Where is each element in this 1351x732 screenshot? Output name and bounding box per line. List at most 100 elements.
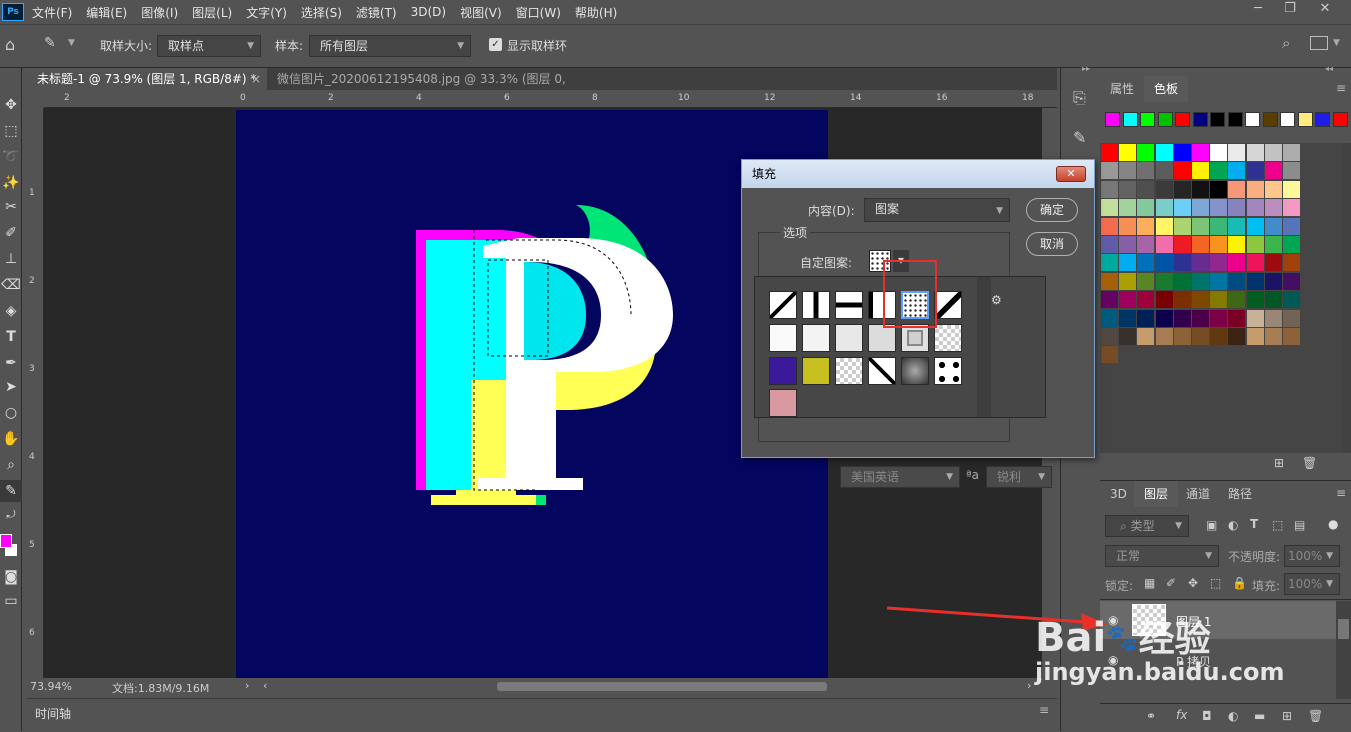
pattern-swatch[interactable] (802, 291, 830, 319)
menu-help[interactable]: 帮助(H) (575, 4, 617, 21)
scroll-left-icon[interactable]: ‹ (263, 679, 267, 692)
brush-settings-icon[interactable]: ✎ (1073, 128, 1086, 147)
swatch[interactable] (1155, 217, 1173, 235)
swap-colors-icon[interactable]: ⤾ (0, 504, 22, 526)
fill-input[interactable]: 100% ▼ (1284, 573, 1340, 595)
eyedropper-tool-icon[interactable]: ✎ (44, 35, 56, 51)
swatch[interactable] (1192, 162, 1209, 180)
swatch[interactable] (1101, 272, 1118, 290)
swatch[interactable] (1228, 217, 1246, 235)
stamp-tool-icon[interactable]: ⊥ (0, 248, 22, 270)
swatch[interactable] (1264, 309, 1282, 327)
recent-swatch[interactable] (1297, 112, 1313, 127)
pattern-swatch[interactable] (769, 357, 797, 385)
filter-toggle-icon[interactable]: ● (1328, 517, 1338, 531)
swatch[interactable] (1137, 199, 1155, 217)
recent-swatch[interactable] (1262, 112, 1278, 127)
swatch[interactable] (1246, 144, 1264, 161)
collapse-icon[interactable]: ◂◂ (1325, 64, 1333, 73)
tab-wechat-image[interactable]: 微信图片_20200612195408.jpg @ 33.3% (图层 0, R… (267, 68, 622, 108)
layers-scrollbar[interactable] (1336, 601, 1351, 699)
swatch[interactable] (1210, 254, 1228, 272)
sample-select[interactable]: 所有图层 ▼ (309, 35, 471, 57)
swatch[interactable] (1264, 272, 1282, 290)
paint-bucket-tool-icon[interactable]: ◈ (0, 300, 22, 322)
swatch[interactable] (1119, 180, 1137, 198)
swatch[interactable] (1119, 272, 1137, 290)
filter-shape-icon[interactable]: ⬚ (1272, 518, 1283, 532)
restore-button[interactable]: ❐ (1275, 0, 1305, 18)
tab-properties[interactable]: 属性 (1100, 76, 1144, 102)
swatch[interactable] (1155, 309, 1173, 327)
swatch[interactable] (1101, 236, 1118, 253)
swatch[interactable] (1264, 328, 1282, 345)
swatch[interactable] (1264, 180, 1282, 198)
filter-adjustment-icon[interactable]: ◐ (1228, 518, 1238, 532)
picker-scrollbar[interactable] (977, 277, 991, 417)
swatch[interactable] (1137, 272, 1155, 290)
lock-transparent-icon[interactable]: ▦ (1144, 576, 1155, 590)
path-select-tool-icon[interactable]: ➤ (0, 376, 22, 398)
link-layers-icon[interactable]: ⚭ (1146, 709, 1156, 723)
gear-icon[interactable]: ⚙ (991, 293, 1002, 307)
menu-window[interactable]: 窗口(W) (516, 4, 561, 21)
marquee-tool-icon[interactable]: ⬚ (0, 120, 22, 142)
swatch[interactable] (1101, 254, 1118, 272)
screen-mode-icon[interactable]: ▭ (0, 590, 22, 612)
menu-edit[interactable]: 编辑(E) (86, 4, 127, 21)
swatch[interactable] (1137, 217, 1155, 235)
swatch[interactable] (1155, 272, 1173, 290)
recent-swatch[interactable] (1315, 112, 1330, 127)
zoom-tool-icon[interactable]: ⌕ (0, 454, 22, 476)
fx-icon[interactable]: fx (1176, 708, 1187, 722)
swatch[interactable] (1210, 144, 1228, 161)
swatch[interactable] (1173, 217, 1191, 235)
swatch[interactable] (1283, 199, 1300, 217)
swatch[interactable] (1246, 309, 1264, 327)
tab-paths[interactable]: 路径 (1218, 481, 1262, 507)
swatch[interactable] (1155, 291, 1173, 309)
panel-menu-icon[interactable]: ≡ (1336, 81, 1346, 95)
swatch[interactable] (1119, 162, 1137, 180)
workspace-icon[interactable] (1310, 36, 1328, 50)
pattern-swatch[interactable] (835, 291, 863, 319)
antialias-select[interactable]: 锐利 ▼ (986, 466, 1052, 488)
pattern-swatch[interactable] (769, 324, 797, 352)
hand-tool-icon[interactable]: ✋ (0, 428, 22, 450)
swatch[interactable] (1155, 162, 1173, 180)
swatch[interactable] (1119, 291, 1137, 309)
pattern-swatch[interactable] (769, 389, 797, 417)
document-canvas[interactable] (236, 110, 828, 678)
filter-pixel-icon[interactable]: ▣ (1206, 518, 1217, 532)
new-group-icon[interactable]: ▬ (1254, 709, 1265, 723)
swatch[interactable] (1228, 272, 1246, 290)
recent-swatch[interactable] (1245, 112, 1260, 127)
swatch[interactable] (1246, 162, 1264, 180)
swatch[interactable] (1246, 328, 1264, 345)
tab-untitled-1[interactable]: 未标题-1 @ 73.9% (图层 1, RGB/8#) * × (27, 68, 267, 90)
blend-mode-select[interactable]: 正常 ▼ (1105, 545, 1219, 567)
swatch[interactable] (1173, 144, 1191, 161)
pattern-swatch[interactable] (934, 291, 962, 319)
lasso-tool-icon[interactable]: ➰ (0, 146, 22, 168)
swatch[interactable] (1192, 180, 1209, 198)
magic-wand-tool-icon[interactable]: ✨ (0, 172, 22, 194)
swatch[interactable] (1173, 199, 1191, 217)
swatch[interactable] (1210, 199, 1228, 217)
pattern-swatch[interactable] (934, 357, 962, 385)
scroll-right-icon[interactable]: › (1027, 679, 1031, 692)
ok-button[interactable]: 确定 (1026, 198, 1078, 222)
tab-layers[interactable]: 图层 (1134, 481, 1179, 507)
swatch[interactable] (1101, 217, 1118, 235)
pattern-swatch[interactable] (835, 357, 863, 385)
layer-filter-select[interactable]: ⌕ 类型 ▼ (1105, 515, 1189, 537)
pattern-swatch[interactable] (901, 357, 929, 385)
filter-smart-object-icon[interactable]: ▤ (1294, 518, 1305, 532)
swatch[interactable] (1173, 291, 1191, 309)
swatch[interactable] (1137, 309, 1155, 327)
sample-size-select[interactable]: 取样点 ▼ (157, 35, 261, 57)
pattern-swatch[interactable] (835, 324, 863, 352)
swatch[interactable] (1283, 144, 1300, 161)
collapse-icon[interactable]: ▸▸ (1082, 64, 1090, 73)
swatch[interactable] (1210, 309, 1228, 327)
